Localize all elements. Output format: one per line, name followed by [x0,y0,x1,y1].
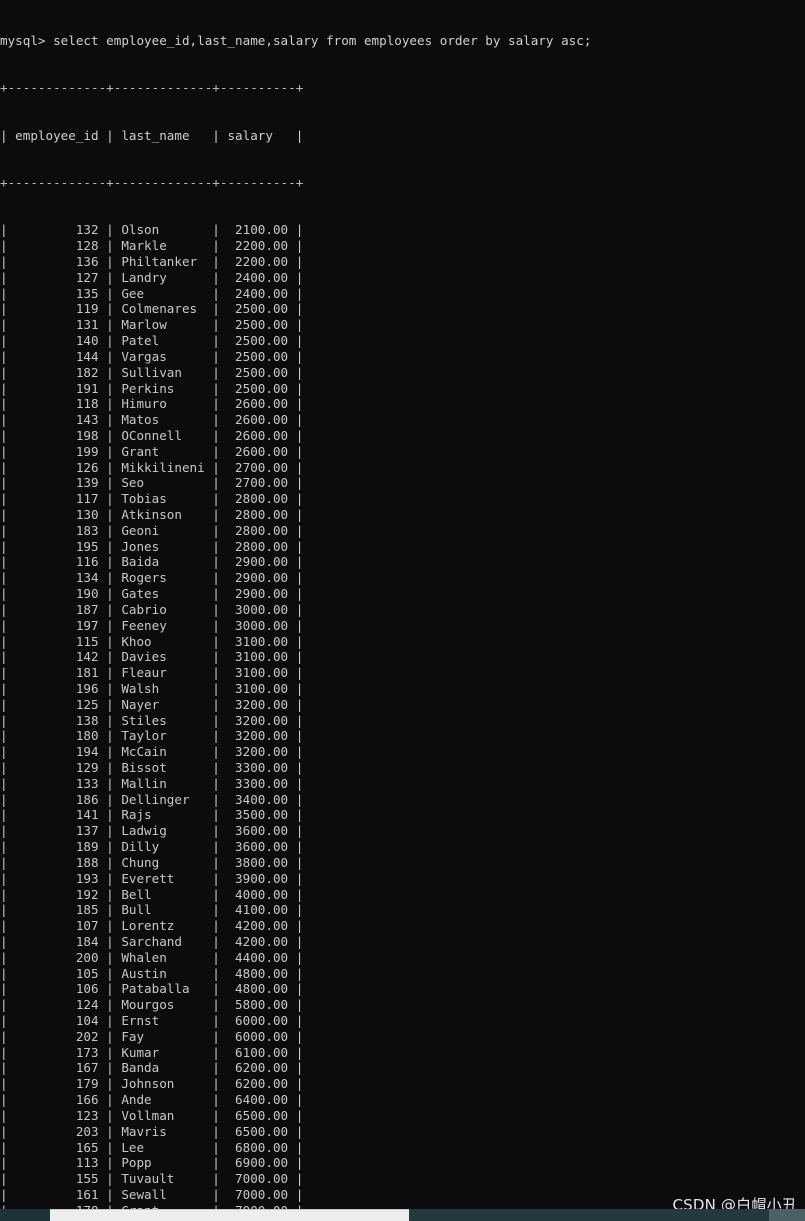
table-row: | 188 | Chung | 3800.00 | [0,854,304,870]
table-row: | 134 | Rogers | 2900.00 | [0,570,304,586]
table-row: | 190 | Gates | 2900.00 | [0,586,304,602]
table-row: | 197 | Feeney | 3000.00 | [0,617,304,633]
table-row: | 187 | Cabrio | 3000.00 | [0,601,304,617]
table-row: | 124 | Mourgos | 5800.00 | [0,997,304,1013]
table-row: | 137 | Ladwig | 3600.00 | [0,823,304,839]
table-row: | 105 | Austin | 4800.00 | [0,965,304,981]
table-row: | 125 | Nayer | 3200.00 | [0,696,304,712]
table-row: | 104 | Ernst | 6000.00 | [0,1013,304,1028]
terminal-window[interactable]: mysql> select employee_id,last_name,sala… [0,0,805,1209]
table-row: | 183 | Geoni | 2800.00 | [0,522,304,538]
table-row: | 161 | Sewall | 7000.00 | [0,1186,304,1202]
table-row: | 132 | Olson | 2100.00 | [0,222,304,238]
table-row: | 180 | Taylor | 3200.00 | [0,728,304,744]
table-row: | 196 | Walsh | 3100.00 | [0,680,304,696]
table-row: | 182 | Sullivan | 2500.00 | [0,364,304,380]
table-row: | 106 | Pataballa | 4800.00 | [0,981,304,997]
table-row: | 113 | Popp | 6900.00 | [0,1155,304,1171]
horizontal-scrollbar[interactable] [0,1209,805,1221]
table-row: | 185 | Bull | 4100.00 | [0,902,304,918]
table-row: | 155 | Tuvault | 7000.00 | [0,1171,304,1187]
table-row: | 129 | Bissot | 3300.00 | [0,760,304,775]
table-row: | 119 | Colmenares | 2500.00 | [0,301,304,317]
table-row: | 117 | Tobias | 2800.00 | [0,491,304,507]
table-row: | 130 | Atkinson | 2800.00 | [0,507,304,522]
scrollbar-track-right[interactable] [409,1209,805,1221]
table-row: | 173 | Kumar | 6100.00 | [0,1044,304,1060]
table-row: | 179 | Johnson | 6200.00 | [0,1076,304,1092]
table-row: | 192 | Bell | 4000.00 | [0,886,304,902]
table-row: | 195 | Jones | 2800.00 | [0,538,304,554]
table-row: | 181 | Fleaur | 3100.00 | [0,665,304,681]
scrollbar-track-left[interactable] [0,1209,50,1221]
table-row: | 123 | Vollman | 6500.00 | [0,1107,304,1123]
table-row: | 142 | Davies | 3100.00 | [0,649,304,665]
table-row: | 193 | Everett | 3900.00 | [0,870,304,886]
table-row: | 167 | Banda | 6200.00 | [0,1060,304,1076]
table-row: | 126 | Mikkilineni | 2700.00 | [0,459,304,475]
table-row: | 200 | Whalen | 4400.00 | [0,949,304,965]
table-header-row: | employee_id | last_name | salary | [0,127,304,143]
table-header-rule: +-------------+-------------+----------+ [0,174,304,190]
table-top-rule: +-------------+-------------+----------+ [0,80,304,96]
table-row: | 140 | Patel | 2500.00 | [0,333,304,349]
table-row: | 144 | Vargas | 2500.00 | [0,348,304,364]
table-row: | 199 | Grant | 2600.00 | [0,443,304,459]
scrollbar-thumb[interactable] [50,1209,409,1221]
table-row: | 203 | Mavris | 6500.00 | [0,1123,304,1139]
table-row: | 128 | Markle | 2200.00 | [0,238,304,254]
table-row: | 115 | Khoo | 3100.00 | [0,633,304,649]
table-row: | 138 | Stiles | 3200.00 | [0,712,304,728]
table-row: | 116 | Baida | 2900.00 | [0,554,304,570]
table-row: | 198 | OConnell | 2600.00 | [0,427,304,443]
table-row: | 133 | Mallin | 3300.00 | [0,775,304,791]
table-row: | 127 | Landry | 2400.00 | [0,269,304,285]
table-row: | 202 | Fay | 6000.00 | [0,1028,304,1044]
terminal-output: mysql> select employee_id,last_name,sala… [0,1,591,1209]
table-row: | 186 | Dellinger | 3400.00 | [0,791,304,807]
table-row: | 107 | Lorentz | 4200.00 | [0,918,304,934]
table-row: | 189 | Dilly | 3600.00 | [0,839,304,855]
scrollbar-corner [769,1209,805,1221]
table-row: | 135 | Gee | 2400.00 | [0,285,304,301]
table-body: | 132 | Olson | 2100.00 | | 128 | Markle … [0,222,591,1209]
table-row: | 184 | Sarchand | 4200.00 | [0,933,304,949]
command-prompt-line: mysql> select employee_id,last_name,sala… [0,32,592,48]
table-row: | 131 | Marlow | 2500.00 | [0,317,304,333]
table-row: | 165 | Lee | 6800.00 | [0,1139,304,1155]
table-row: | 194 | McCain | 3200.00 | [0,744,304,760]
table-row: | 136 | Philtanker | 2200.00 | [0,254,304,269]
table-row: | 166 | Ande | 6400.00 | [0,1092,304,1108]
table-row: | 143 | Matos | 2600.00 | [0,412,304,428]
table-row: | 191 | Perkins | 2500.00 | [0,380,304,396]
table-row: | 141 | Rajs | 3500.00 | [0,807,304,823]
table-row: | 139 | Seo | 2700.00 | [0,475,304,491]
table-row: | 118 | Himuro | 2600.00 | [0,396,304,412]
